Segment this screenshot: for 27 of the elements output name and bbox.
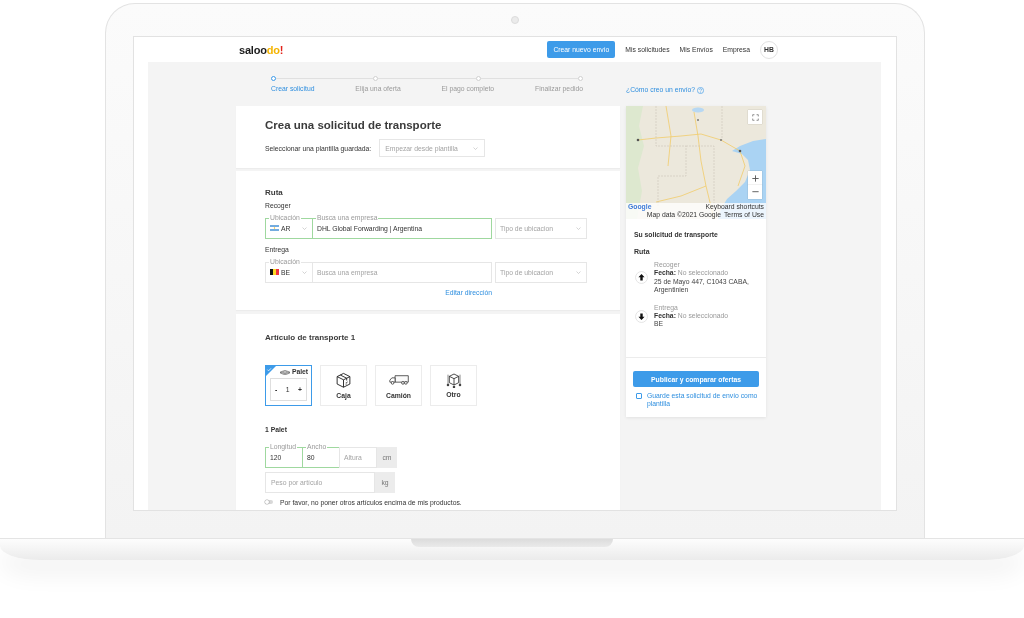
toggle-switch[interactable] xyxy=(265,500,273,504)
cube-icon xyxy=(445,372,462,388)
zoom-out-button[interactable] xyxy=(748,185,762,199)
form-title: Crea una solicitud de transporte xyxy=(265,118,443,133)
flag-icon xyxy=(270,269,279,276)
box-icon xyxy=(335,371,352,389)
chevron-down-icon xyxy=(473,146,479,150)
zoom-in-button[interactable] xyxy=(748,171,762,185)
chevron-down-icon xyxy=(302,226,307,230)
pallet-icon xyxy=(279,369,290,375)
check-corner-icon xyxy=(266,366,276,376)
chevron-down-icon xyxy=(576,226,581,230)
logo[interactable]: saloodo! xyxy=(239,43,284,56)
help-icon xyxy=(697,86,705,94)
flag-icon xyxy=(270,225,279,232)
fullscreen-button[interactable] xyxy=(748,110,762,124)
minus-icon xyxy=(751,191,759,193)
chevron-down-icon xyxy=(576,270,581,274)
section-title: Artículo de transporte 1 xyxy=(265,332,357,343)
checkbox[interactable] xyxy=(636,393,642,399)
plus-icon xyxy=(751,174,759,182)
webcam-icon xyxy=(511,16,519,24)
chevron-down-icon xyxy=(302,270,307,274)
section-title: Ruta xyxy=(265,187,284,198)
truck-icon xyxy=(388,374,409,385)
down-arrow-icon xyxy=(635,309,648,323)
fullscreen-icon xyxy=(751,113,759,121)
